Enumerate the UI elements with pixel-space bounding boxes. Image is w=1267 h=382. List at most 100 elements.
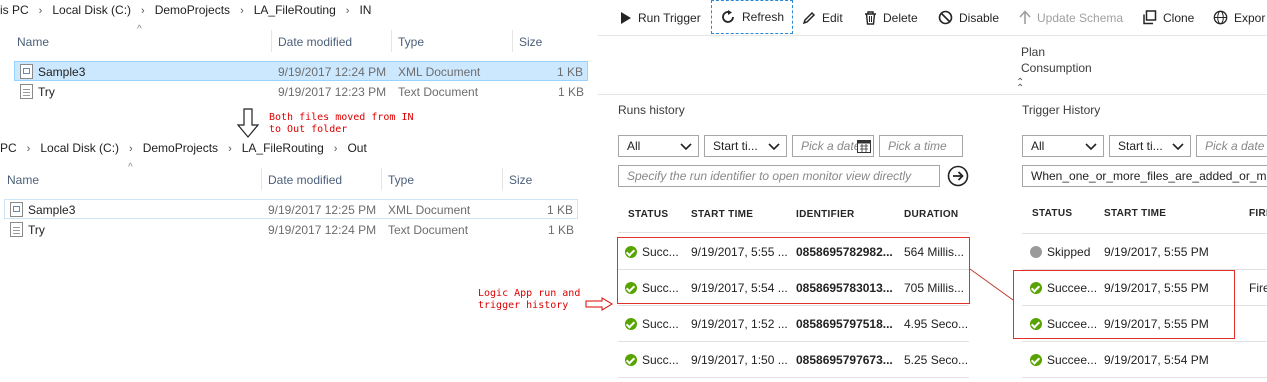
column-header-type[interactable]: Type	[398, 35, 424, 49]
runs-header-status: STATUS	[628, 209, 669, 220]
runs-date-picker[interactable]: Pick a date	[792, 135, 874, 157]
annotation-files-moved: Both files moved from IN to Out folder	[269, 112, 414, 135]
success-icon	[625, 318, 637, 330]
runs-header-start-time: START TIME	[691, 209, 754, 220]
chevron-right-icon: ›	[333, 143, 338, 155]
update-schema-button[interactable]: Update Schema	[1019, 0, 1123, 35]
edit-button[interactable]: Edit	[802, 0, 843, 35]
run-duration: 4.95 Seco...	[904, 317, 969, 331]
breadcrumb-item[interactable]: DemoProjects	[155, 3, 230, 17]
section-divider	[598, 94, 1267, 95]
trigger-start-time: 9/19/2017, 5:55 PM	[1104, 245, 1209, 259]
trigger-status-filter[interactable]: All	[1022, 135, 1104, 157]
file-name: Sample3	[28, 203, 76, 217]
clone-icon	[1143, 10, 1157, 25]
trigger-start-time-filter[interactable]: Start ti...	[1109, 135, 1191, 157]
xml-file-icon	[10, 202, 23, 217]
plan-info: Plan Consumption	[1021, 44, 1092, 76]
column-header-name[interactable]: Name	[7, 173, 39, 187]
chevron-right-icon: ›	[345, 5, 350, 17]
file-row[interactable]: Try 9/19/2017 12:23 PM Text Document 1 K…	[14, 82, 588, 102]
file-row[interactable]: Try 9/19/2017 12:24 PM Text Document 1 K…	[4, 220, 578, 240]
trigger-name-select[interactable]: When_one_or_more_files_are_added_or_mod	[1022, 165, 1267, 187]
run-row[interactable]: Succ... 9/19/2017, 1:50 ... 085869579767…	[618, 342, 969, 378]
breadcrumb-out[interactable]: PC › Local Disk (C:) › DemoProjects › LA_FileR…	[0, 141, 367, 155]
file-size: 1 KB	[557, 85, 584, 99]
breadcrumb-item[interactable]: IN	[359, 3, 371, 17]
run-row[interactable]: Succ... 9/19/2017, 1:52 ... 085869579751…	[618, 306, 969, 342]
breadcrumb-item[interactable]: DemoProjects	[143, 141, 218, 155]
trigger-status: Skipped	[1047, 245, 1091, 259]
disable-button[interactable]: Disable	[938, 0, 999, 35]
run-identifier: 0858695797518...	[796, 317, 893, 331]
run-identifier: 0858695797673...	[796, 353, 893, 367]
column-headers-out: ^ Name Date modified Type Size	[0, 162, 580, 192]
annotation-logic-app: Logic App run and trigger history	[478, 288, 581, 311]
chevron-down-icon	[1172, 143, 1184, 151]
chevron-right-icon: ›	[129, 143, 133, 155]
file-row[interactable]: Sample3 9/19/2017 12:24 PM XML Document …	[14, 61, 588, 81]
runs-header-duration: DURATION	[904, 209, 959, 220]
runs-start-time-filter[interactable]: Start ti...	[704, 135, 787, 157]
chevron-right-icon: ›	[26, 143, 31, 155]
trigger-history-title: Trigger History	[1022, 103, 1101, 117]
column-header-date[interactable]: Date modified	[278, 35, 352, 49]
column-header-date[interactable]: Date modified	[268, 173, 342, 187]
trigger-header-fired: FIRI	[1249, 208, 1267, 219]
file-name: Try	[28, 223, 45, 237]
trigger-date-picker[interactable]: Pick a date	[1196, 135, 1267, 157]
run-identifier-search-input[interactable]: Specify the run identifier to open monit…	[618, 165, 940, 187]
file-date: 9/19/2017 12:24 PM	[268, 223, 377, 237]
breadcrumb-item[interactable]: Out	[347, 141, 366, 155]
column-header-type[interactable]: Type	[388, 173, 414, 187]
runs-time-picker[interactable]: Pick a time	[879, 135, 963, 157]
trigger-row[interactable]: Skipped 9/19/2017, 5:55 PM	[1022, 234, 1267, 270]
runs-highlight-box	[617, 237, 970, 304]
file-type: Text Document	[388, 223, 469, 237]
column-headers-in: ^ Name Date modified Type Size	[0, 24, 590, 54]
clone-button[interactable]: Clone	[1142, 0, 1194, 35]
breadcrumb-in[interactable]: is PC › Local Disk (C:) › DemoProjects › LA_Fi…	[0, 3, 371, 17]
column-header-size[interactable]: Size	[519, 35, 542, 49]
file-size: 1 KB	[547, 223, 574, 237]
arrow-circle-right-icon[interactable]	[947, 165, 969, 187]
down-arrow-icon	[237, 108, 259, 138]
column-header-size[interactable]: Size	[509, 173, 532, 187]
text-file-icon	[10, 222, 23, 237]
export-button[interactable]: Expor	[1213, 0, 1265, 35]
calendar-icon	[857, 140, 871, 153]
file-type: Text Document	[398, 85, 479, 99]
file-type: XML Document	[398, 65, 481, 79]
file-size: 1 KB	[546, 203, 573, 217]
chevron-right-icon: ›	[141, 5, 145, 17]
breadcrumb-item[interactable]: Local Disk (C:)	[52, 3, 131, 17]
trigger-header-status: STATUS	[1032, 208, 1073, 219]
column-header-name[interactable]: Name	[17, 35, 49, 49]
pencil-icon	[802, 11, 816, 24]
chevron-right-icon: ›	[228, 143, 232, 155]
run-trigger-button[interactable]: Run Trigger	[620, 0, 701, 35]
refresh-button[interactable]: Refresh	[711, 0, 794, 34]
breadcrumb-item[interactable]: PC	[0, 141, 17, 155]
delete-button[interactable]: Delete	[864, 0, 918, 35]
breadcrumb-item[interactable]: Local Disk (C:)	[40, 141, 119, 155]
runs-status-filter[interactable]: All	[618, 135, 699, 157]
chevron-down-icon	[1085, 143, 1097, 151]
file-name: Try	[38, 85, 55, 99]
trash-icon	[865, 10, 876, 25]
trigger-start-time: 9/19/2017, 5:54 PM	[1104, 353, 1209, 367]
breadcrumb-item[interactable]: is PC	[0, 3, 29, 17]
breadcrumb-item[interactable]: LA_FileRouting	[242, 141, 324, 155]
collapse-icon[interactable]: ⌃ ⌃	[1016, 78, 1024, 94]
connector-line	[969, 268, 1014, 301]
run-status: Succ...	[642, 353, 679, 367]
success-icon	[1030, 354, 1042, 366]
file-date: 9/19/2017 12:23 PM	[278, 85, 387, 99]
breadcrumb-item[interactable]: LA_FileRouting	[254, 3, 336, 17]
sort-ascending-icon: ^	[137, 24, 142, 35]
refresh-icon	[722, 10, 734, 23]
plan-label: Plan	[1021, 45, 1046, 59]
trigger-status: Succee...	[1047, 353, 1098, 367]
trigger-row[interactable]: Succee... 9/19/2017, 5:54 PM	[1022, 342, 1267, 378]
file-row[interactable]: Sample3 9/19/2017 12:25 PM XML Document …	[4, 199, 578, 219]
